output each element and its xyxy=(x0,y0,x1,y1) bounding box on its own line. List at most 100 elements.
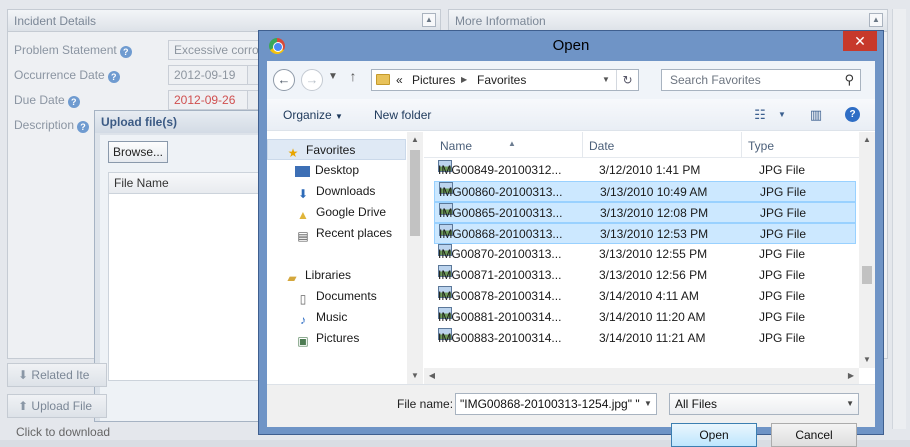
file-list-vertical-scrollbar[interactable]: ▲ ▼ xyxy=(859,132,875,368)
chrome-icon xyxy=(269,38,285,54)
upload-icon: ⬆ xyxy=(18,399,29,413)
scroll-up-icon[interactable]: ▲ xyxy=(859,132,875,148)
upload-files-title: Upload file(s) xyxy=(95,111,261,133)
dialog-footer: File name: "IMG00868-20100313-1254.jpg" … xyxy=(267,384,875,447)
breadcrumb-favorites[interactable]: Favorites xyxy=(477,70,526,90)
nav-downloads[interactable]: ⬇ Downloads xyxy=(267,181,406,202)
open-button[interactable]: Open xyxy=(671,423,757,447)
related-items-tab[interactable]: ⬇ Related Ite xyxy=(7,363,107,387)
recent-locations-icon[interactable]: ▼ xyxy=(327,71,339,82)
refresh-icon[interactable]: ↻ xyxy=(616,70,638,90)
column-name[interactable]: Name ▲ xyxy=(434,132,583,158)
problem-statement-label: Problem Statement? xyxy=(14,43,132,58)
cancel-button[interactable]: Cancel xyxy=(771,423,857,447)
collapse-icon[interactable]: ▲ xyxy=(422,13,436,27)
dialog-titlebar[interactable]: Open ✕ xyxy=(259,31,883,61)
view-options-icon[interactable]: ☷ xyxy=(751,107,769,123)
description-label: Description? xyxy=(14,118,90,133)
occurrence-date-label: Occurrence Date? xyxy=(14,68,120,83)
nav-recent-places[interactable]: ▤ Recent places xyxy=(267,223,406,244)
file-name-input[interactable]: "IMG00868-20100313-1254.jpg" "IM ▼ xyxy=(455,393,657,415)
search-favorites-input[interactable]: Search Favorites ⚲ xyxy=(661,69,861,91)
problem-statement-field[interactable]: Excessive corro xyxy=(168,40,260,60)
file-row[interactable]: IMG00865-20100313... 3/13/2010 12:08 PM JP… xyxy=(434,202,856,223)
file-list-horizontal-scrollbar[interactable]: ◀ ▶ xyxy=(424,368,859,384)
pictures-icon: ▣ xyxy=(297,334,309,348)
help-icon[interactable]: ? xyxy=(119,46,132,58)
chevron-down-icon[interactable]: ▼ xyxy=(640,394,656,414)
help-icon[interactable]: ? xyxy=(107,71,120,83)
nav-favorites[interactable]: ★ Favorites xyxy=(267,139,406,160)
nav-pictures[interactable]: ▣ Pictures xyxy=(267,328,406,349)
upload-files-panel: Upload file(s) Browse... File Name xyxy=(94,110,262,422)
open-dialog: Open ✕ ← → ▼ ↑ « Pictures ▶ Favorites ↻ … xyxy=(258,30,884,447)
help-icon[interactable]: ? xyxy=(67,96,80,108)
file-row[interactable]: IMG00849-20100312... 3/12/2010 1:41 PM JPG… xyxy=(434,160,856,181)
dialog-title: Open xyxy=(552,37,590,54)
scroll-down-icon[interactable]: ▼ xyxy=(407,368,423,384)
file-name-column-header[interactable]: File Name xyxy=(108,172,261,194)
new-folder-button[interactable]: New folder xyxy=(374,99,431,131)
breadcrumb-pictures[interactable]: Pictures xyxy=(412,70,455,90)
address-prefix[interactable]: « xyxy=(396,70,403,90)
nav-music[interactable]: ♪ Music xyxy=(267,307,406,328)
preview-pane-icon[interactable]: ▥ xyxy=(807,107,825,123)
chevron-down-icon: ▼ xyxy=(335,112,343,121)
help-icon[interactable]: ? xyxy=(845,107,860,122)
close-button[interactable]: ✕ xyxy=(843,31,877,51)
dialog-content: ← → ▼ ↑ « Pictures ▶ Favorites ↻ ▼ Searc… xyxy=(267,61,875,447)
click-to-download-link[interactable]: Click to download xyxy=(16,425,110,439)
music-icon: ♪ xyxy=(300,313,306,327)
file-row[interactable]: IMG00870-20100313... 3/13/2010 12:55 PM JP… xyxy=(434,244,856,265)
folder-icon xyxy=(376,74,390,85)
nav-google-drive[interactable]: ▲ Google Drive xyxy=(267,202,406,223)
address-dropdown-icon[interactable]: ▼ xyxy=(598,70,614,90)
nav-libraries[interactable]: ▰ Libraries xyxy=(267,265,406,286)
file-row[interactable]: IMG00878-20100314... 3/14/2010 4:11 AM JPG… xyxy=(434,286,856,307)
address-row: ← → ▼ ↑ « Pictures ▶ Favorites ↻ ▼ Searc… xyxy=(267,61,875,99)
back-button[interactable]: ← xyxy=(273,69,295,91)
file-row[interactable]: IMG00860-20100313... 3/13/2010 10:49 AM JP… xyxy=(434,181,856,202)
scroll-left-icon[interactable]: ◀ xyxy=(424,368,440,384)
scroll-thumb[interactable] xyxy=(862,266,872,284)
file-row[interactable]: IMG00871-20100313... 3/13/2010 12:56 PM JP… xyxy=(434,265,856,286)
nav-pane-scrollbar[interactable]: ▲ ▼ xyxy=(407,132,423,384)
scroll-thumb[interactable] xyxy=(410,150,420,236)
dialog-toolbar: Organize ▼ New folder ☷ ▼ ▥ ? xyxy=(267,99,875,131)
nav-desktop[interactable]: Desktop xyxy=(267,160,406,181)
more-information-title: More Information xyxy=(455,14,546,28)
file-name-label: File name: xyxy=(397,397,454,411)
browse-button[interactable]: Browse... xyxy=(108,141,169,163)
scroll-up-icon[interactable]: ▲ xyxy=(407,132,423,148)
scroll-down-icon[interactable]: ▼ xyxy=(859,352,875,368)
file-row[interactable]: IMG00868-20100313... 3/13/2010 12:53 PM JP… xyxy=(434,223,856,244)
downloads-icon: ⬇ xyxy=(297,187,309,201)
file-type-select[interactable]: All Files ▼ xyxy=(669,393,859,415)
search-icon[interactable]: ⚲ xyxy=(844,70,854,90)
file-list: Name ▲ Date Type IMG00849-20100312... 3/12… xyxy=(424,132,875,384)
address-bar[interactable]: « Pictures ▶ Favorites ↻ ▼ xyxy=(371,69,639,91)
arrow-down-icon: ⬇ xyxy=(18,368,29,382)
collapse-icon[interactable]: ▲ xyxy=(869,13,883,27)
breadcrumb-separator-icon: ▶ xyxy=(461,75,468,84)
forward-button[interactable]: → xyxy=(301,69,323,91)
column-type[interactable]: Type xyxy=(742,132,856,158)
file-row[interactable]: IMG00883-20100314... 3/14/2010 11:21 AM JP… xyxy=(434,328,856,342)
scroll-right-icon[interactable]: ▶ xyxy=(843,368,859,384)
incident-details-header: Incident Details ▲ xyxy=(8,10,440,32)
up-arrow-icon[interactable]: ↑ xyxy=(347,68,359,84)
file-row[interactable]: IMG00881-20100314... 3/14/2010 11:20 AM JP… xyxy=(434,307,856,328)
chevron-down-icon[interactable]: ▼ xyxy=(846,394,854,414)
nav-documents[interactable]: ▯ Documents xyxy=(267,286,406,307)
page-scrollbar[interactable] xyxy=(892,9,906,429)
star-icon: ★ xyxy=(287,146,299,160)
file-list-header: Name ▲ Date Type xyxy=(424,132,859,158)
organize-menu[interactable]: Organize ▼ xyxy=(283,99,343,131)
upload-files-button[interactable]: ⬆ Upload File xyxy=(7,394,107,418)
column-date[interactable]: Date xyxy=(583,132,742,158)
upload-file-list xyxy=(108,194,261,381)
google-drive-icon: ▲ xyxy=(297,208,309,222)
view-dropdown-icon[interactable]: ▼ xyxy=(773,107,791,123)
sort-caret-icon: ▲ xyxy=(508,139,516,148)
help-icon[interactable]: ? xyxy=(77,121,90,133)
